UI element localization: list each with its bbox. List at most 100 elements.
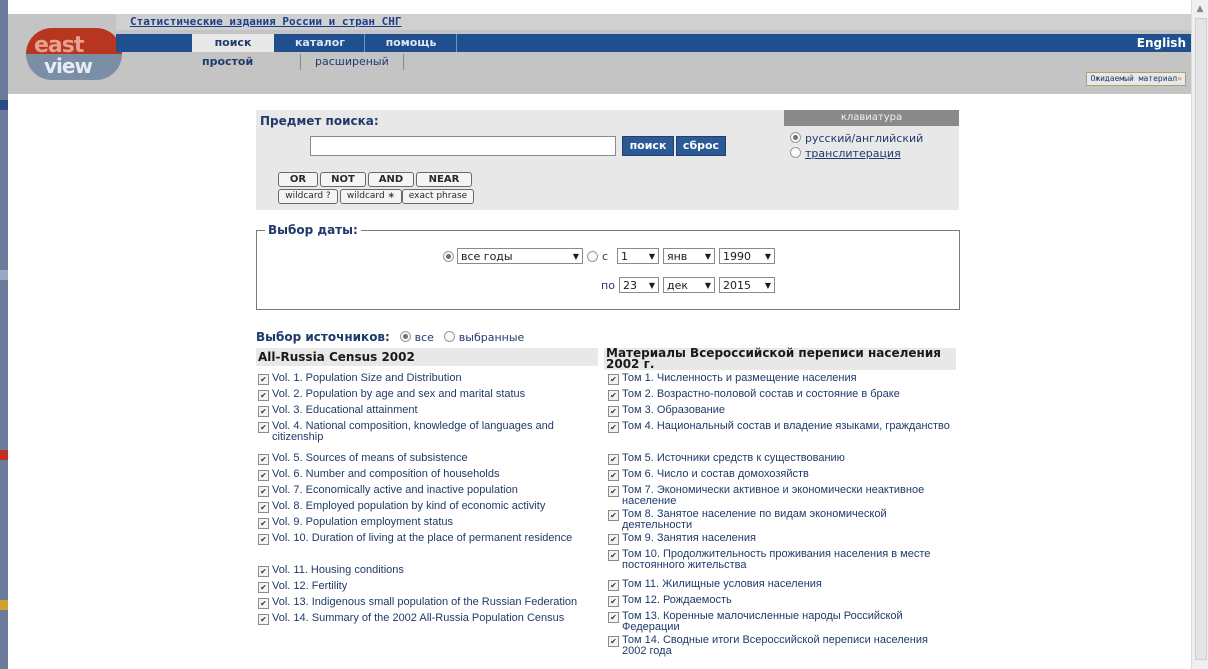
source-item-label: Vol. 2. Population by age and sex and ma… <box>272 388 526 400</box>
from-year-select[interactable]: 1990 ▼ <box>719 248 775 264</box>
search-input[interactable] <box>310 136 616 156</box>
checkbox-checked-icon[interactable]: ✔ <box>258 422 269 433</box>
site-header: east view Статистические издания России … <box>8 14 1192 94</box>
scroll-thumb[interactable] <box>1195 18 1207 660</box>
dropdown-arrow-icon: ▼ <box>764 281 771 290</box>
keyboard-option-label: русский/английский <box>805 132 924 145</box>
checkbox-checked-icon[interactable]: ✔ <box>608 534 619 545</box>
source-item-label: Vol. 8. Employed population by kind of e… <box>272 500 546 512</box>
checkbox-checked-icon[interactable]: ✔ <box>608 636 619 647</box>
dropdown-arrow-icon: ▼ <box>572 252 579 261</box>
operator-not-button[interactable]: NOT <box>320 172 366 187</box>
english-language-link[interactable]: English <box>1137 34 1186 52</box>
radio-all-years-icon[interactable] <box>443 251 454 262</box>
checkbox-checked-icon[interactable]: ✔ <box>608 374 619 385</box>
checkbox-checked-icon[interactable]: ✔ <box>608 454 619 465</box>
checkbox-checked-icon[interactable]: ✔ <box>258 454 269 465</box>
checkbox-checked-icon[interactable]: ✔ <box>258 582 269 593</box>
radio-selected-icon[interactable] <box>790 132 801 143</box>
checkbox-checked-icon[interactable]: ✔ <box>608 406 619 417</box>
scroll-up-arrow-icon[interactable]: ▲ <box>1192 0 1208 16</box>
checkbox-checked-icon[interactable]: ✔ <box>258 390 269 401</box>
source-item-label: Vol. 3. Educational attainment <box>272 404 418 416</box>
keyboard-option-ru-en[interactable]: русский/английский <box>790 132 923 145</box>
checkbox-checked-icon[interactable]: ✔ <box>258 518 269 529</box>
checkbox-checked-icon[interactable]: ✔ <box>258 534 269 545</box>
operator-near-button[interactable]: NEAR <box>416 172 472 187</box>
to-year-select[interactable]: 2015 ▼ <box>719 277 775 293</box>
all-years-select[interactable]: все годы ▼ <box>457 248 583 264</box>
from-day-value: 1 <box>621 250 628 263</box>
wildcard-question-button[interactable]: wildcard ? <box>278 189 338 204</box>
checkbox-checked-icon[interactable]: ✔ <box>258 566 269 577</box>
to-day-select[interactable]: 23 ▼ <box>619 277 659 293</box>
source-item-label: Том 10. Продолжительность проживания нас… <box>622 548 931 571</box>
checkbox-checked-icon[interactable]: ✔ <box>258 502 269 513</box>
checkbox-checked-icon[interactable]: ✔ <box>258 598 269 609</box>
edge-mark <box>0 600 8 610</box>
dropdown-arrow-icon: ▼ <box>704 281 711 290</box>
search-button[interactable]: поиск <box>622 136 674 156</box>
wildcard-star-button[interactable]: wildcard ∗ <box>340 189 402 204</box>
edge-mark <box>0 100 8 110</box>
vertical-scrollbar[interactable]: ▲ <box>1191 0 1208 669</box>
radio-all-sources-icon[interactable] <box>399 331 411 342</box>
from-year-value: 1990 <box>723 250 751 263</box>
tab-catalog[interactable]: каталог <box>276 34 365 52</box>
edge-mark <box>0 270 8 280</box>
keyboard-option-translit[interactable]: транслитерация <box>790 147 901 160</box>
dropdown-arrow-icon: ▼ <box>764 252 771 261</box>
source-item-label: Vol. 7. Economically active and inactive… <box>272 484 518 496</box>
checkbox-checked-icon[interactable]: ✔ <box>608 596 619 607</box>
subtab-advanced[interactable]: расширеный <box>300 54 404 70</box>
subtab-simple[interactable]: простой <box>202 54 253 70</box>
checkbox-checked-icon[interactable]: ✔ <box>608 612 619 623</box>
checkbox-checked-icon[interactable]: ✔ <box>608 580 619 591</box>
source-item-label: Том 4. Национальный состав и владение яз… <box>622 420 950 432</box>
from-month-select[interactable]: янв ▼ <box>663 248 715 264</box>
checkbox-checked-icon[interactable]: ✔ <box>608 470 619 481</box>
expected-material-label: Ожидаемый материал <box>1090 74 1178 83</box>
checkbox-checked-icon[interactable]: ✔ <box>608 422 619 433</box>
source-item-label: Vol. 13. Indigenous small population of … <box>272 596 578 608</box>
checkbox-checked-icon[interactable]: ✔ <box>258 374 269 385</box>
tab-help[interactable]: помощь <box>366 34 457 52</box>
tab-search[interactable]: поиск <box>192 34 274 52</box>
sources-selector: Выбор источников: все выбранные <box>256 330 524 344</box>
sources-option-selected[interactable]: выбранные <box>459 331 525 344</box>
date-fieldset: Выбор даты: все годы ▼ с 1 ▼ янв ▼ 1990 ▼ по… <box>256 223 960 310</box>
checkbox-checked-icon[interactable]: ✔ <box>608 510 619 521</box>
sources-option-all[interactable]: все <box>415 331 434 344</box>
eastview-logo[interactable]: east view <box>26 28 122 80</box>
radio-icon[interactable] <box>790 147 801 158</box>
logo-text-view: view <box>44 54 93 78</box>
to-month-select[interactable]: дек ▼ <box>663 277 715 293</box>
source-item-label: Vol. 1. Population Size and Distribution <box>272 372 462 384</box>
source-item-label: Vol. 14. Summary of the 2002 All-Russia … <box>272 612 565 624</box>
checkbox-checked-icon[interactable]: ✔ <box>258 470 269 481</box>
source-item-label: Том 5. Источники средств к существованию <box>622 452 845 464</box>
checkbox-checked-icon[interactable]: ✔ <box>608 486 619 497</box>
from-day-select[interactable]: 1 ▼ <box>617 248 659 264</box>
checkbox-checked-icon[interactable]: ✔ <box>258 406 269 417</box>
all-years-value: все годы <box>461 250 513 263</box>
checkbox-checked-icon[interactable]: ✔ <box>258 614 269 625</box>
radio-date-range-icon[interactable] <box>587 251 598 262</box>
date-legend: Выбор даты: <box>265 223 361 237</box>
checkbox-checked-icon[interactable]: ✔ <box>608 550 619 561</box>
operator-or-button[interactable]: OR <box>278 172 318 187</box>
keyboard-option-label[interactable]: транслитерация <box>805 147 901 160</box>
expected-material-link[interactable]: Ожидаемый материал» <box>1086 72 1186 86</box>
exact-phrase-button[interactable]: exact phrase <box>402 189 474 204</box>
operator-and-button[interactable]: AND <box>368 172 414 187</box>
radio-selected-sources-icon[interactable] <box>443 331 455 342</box>
site-title-link[interactable]: Статистические издания России и стран СН… <box>130 15 402 28</box>
source-item-label: Том 7. Экономически активное и экономиче… <box>622 484 925 507</box>
reset-button[interactable]: сброс <box>676 136 726 156</box>
to-label: по <box>601 279 615 292</box>
dropdown-arrow-icon: ▼ <box>648 281 655 290</box>
source-item-label: Vol. 9. Population employment status <box>272 516 453 528</box>
checkbox-checked-icon[interactable]: ✔ <box>608 390 619 401</box>
source-item-label: Vol. 5. Sources of means of subsistence <box>272 452 468 464</box>
checkbox-checked-icon[interactable]: ✔ <box>258 486 269 497</box>
